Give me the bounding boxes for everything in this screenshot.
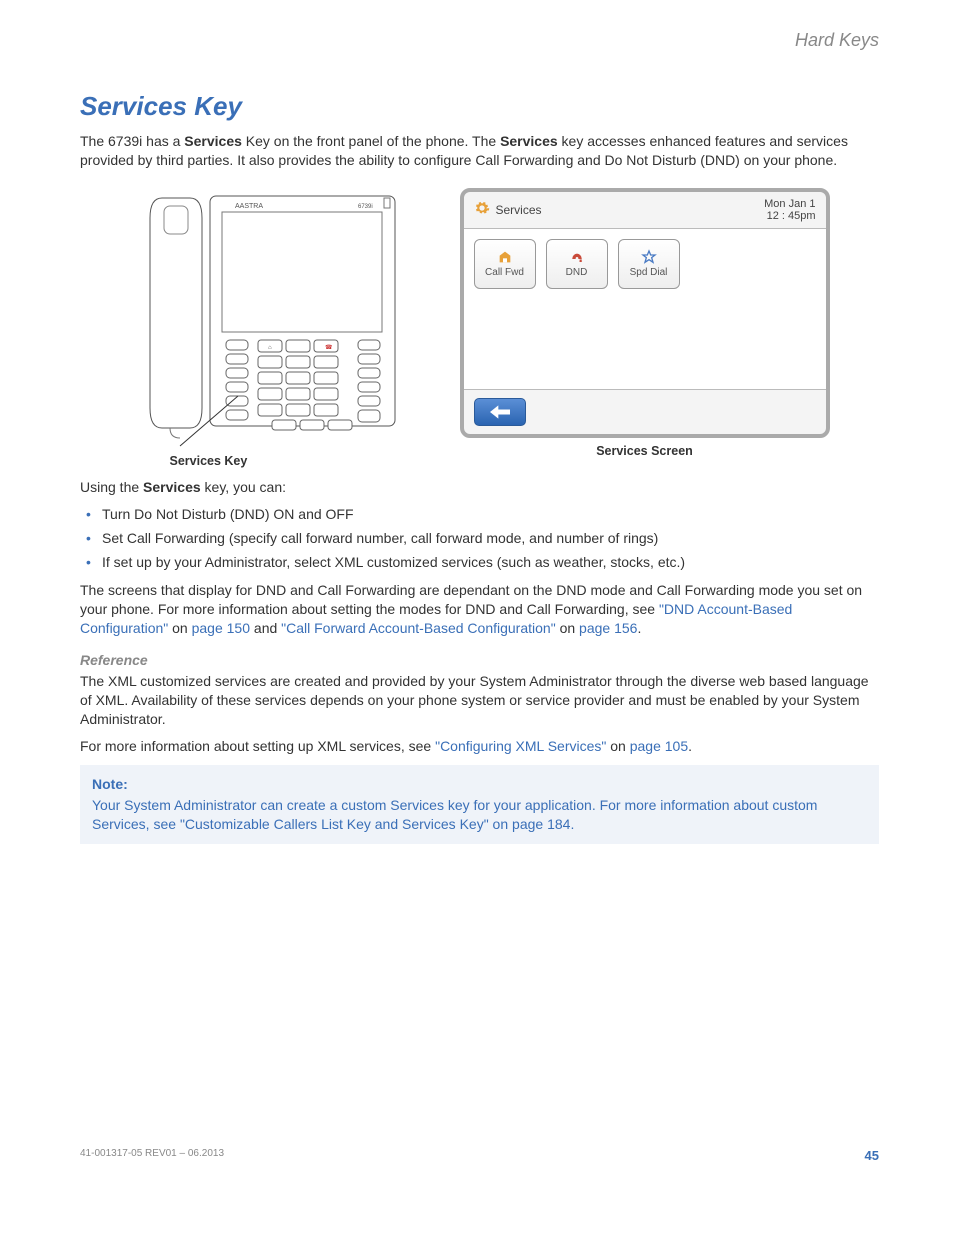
figure-row: AASTRA 6739i (80, 188, 879, 468)
text: . (637, 620, 641, 636)
text: on (556, 620, 579, 636)
list-item: If set up by your Administrator, select … (80, 553, 879, 571)
svg-text:6739i: 6739i (358, 204, 373, 210)
text: key, you can: (201, 479, 286, 495)
text: Key on the front panel of the phone. The (242, 133, 500, 149)
reference-p2: For more information about setting up XM… (80, 737, 879, 756)
dnd-button[interactable]: DND (546, 239, 608, 289)
text: . (688, 738, 692, 754)
text: . (570, 816, 574, 832)
spd-dial-button[interactable]: Spd Dial (618, 239, 680, 289)
screen-date: Mon Jan 1 (764, 198, 815, 210)
svc-label: Call Fwd (485, 267, 524, 278)
after-bullets-paragraph: The screens that display for DND and Cal… (80, 581, 879, 638)
page-number: 45 (865, 1148, 879, 1163)
text: Using the (80, 479, 143, 495)
page-156-link[interactable]: page 156 (579, 620, 637, 636)
feature-list: Turn Do Not Disturb (DND) ON and OFF Set… (80, 505, 879, 572)
svc-label: Spd Dial (630, 267, 668, 278)
screen-time: 12 : 45pm (767, 210, 816, 222)
running-head: Hard Keys (80, 30, 879, 51)
phone-caption: Services Key (170, 454, 430, 468)
svc-label: DND (566, 267, 588, 278)
xml-services-link[interactable]: "Configuring XML Services" (435, 738, 606, 754)
screen-caption: Services Screen (460, 444, 830, 458)
page-footer: 41-001317-05 REV01 – 06.2013 45 (80, 1148, 879, 1163)
reference-p1: The XML customized services are created … (80, 672, 879, 729)
list-item: Set Call Forwarding (specify call forwar… (80, 529, 879, 547)
text: on (489, 816, 512, 832)
list-item: Turn Do Not Disturb (DND) ON and OFF (80, 505, 879, 523)
text-bold: Services (500, 133, 558, 149)
gear-icon (474, 200, 490, 219)
screen-footer (464, 390, 826, 434)
phone-illustration: AASTRA 6739i (140, 188, 420, 448)
custom-key-link[interactable]: "Customizable Callers List Key and Servi… (180, 816, 489, 832)
call-fwd-button[interactable]: Call Fwd (474, 239, 536, 289)
footer-docid: 41-001317-05 REV01 – 06.2013 (80, 1148, 224, 1163)
dnd-icon (568, 249, 586, 265)
page-105-link[interactable]: page 105 (630, 738, 688, 754)
star-icon (640, 249, 658, 265)
call-fwd-icon (496, 249, 514, 265)
screen-figure: Services Mon Jan 1 12 : 45pm Call Fwd DN… (460, 188, 830, 458)
phone-figure: AASTRA 6739i (130, 188, 430, 468)
text: The 6739i has a (80, 133, 184, 149)
note-box: Note: Your System Administrator can crea… (80, 765, 879, 844)
services-screen: Services Mon Jan 1 12 : 45pm Call Fwd DN… (460, 188, 830, 438)
text: For more information about setting up XM… (80, 738, 435, 754)
note-label: Note: (92, 775, 867, 794)
section-title: Services Key (80, 91, 879, 122)
using-intro: Using the Services key, you can: (80, 478, 879, 497)
text-bold: Services (143, 479, 201, 495)
screen-body: Call Fwd DND Spd Dial (464, 228, 826, 390)
svg-text:⌂: ⌂ (268, 345, 272, 351)
text-bold: Services (184, 133, 242, 149)
svg-text:AASTRA: AASTRA (235, 203, 263, 210)
back-button[interactable] (474, 398, 526, 426)
page-150-link[interactable]: page 150 (192, 620, 250, 636)
screen-title: Services (496, 203, 542, 217)
text: on (168, 620, 191, 636)
text: on (606, 738, 629, 754)
reference-heading: Reference (80, 652, 879, 668)
screen-datetime: Mon Jan 1 12 : 45pm (764, 198, 815, 222)
svg-text:☎: ☎ (325, 344, 333, 351)
cf-config-link[interactable]: "Call Forward Account-Based Configuratio… (281, 620, 556, 636)
arrow-left-icon (490, 405, 510, 419)
intro-paragraph: The 6739i has a Services Key on the fron… (80, 132, 879, 170)
text: and (250, 620, 281, 636)
page-184-link[interactable]: page 184 (512, 816, 570, 832)
screen-header: Services Mon Jan 1 12 : 45pm (464, 192, 826, 228)
